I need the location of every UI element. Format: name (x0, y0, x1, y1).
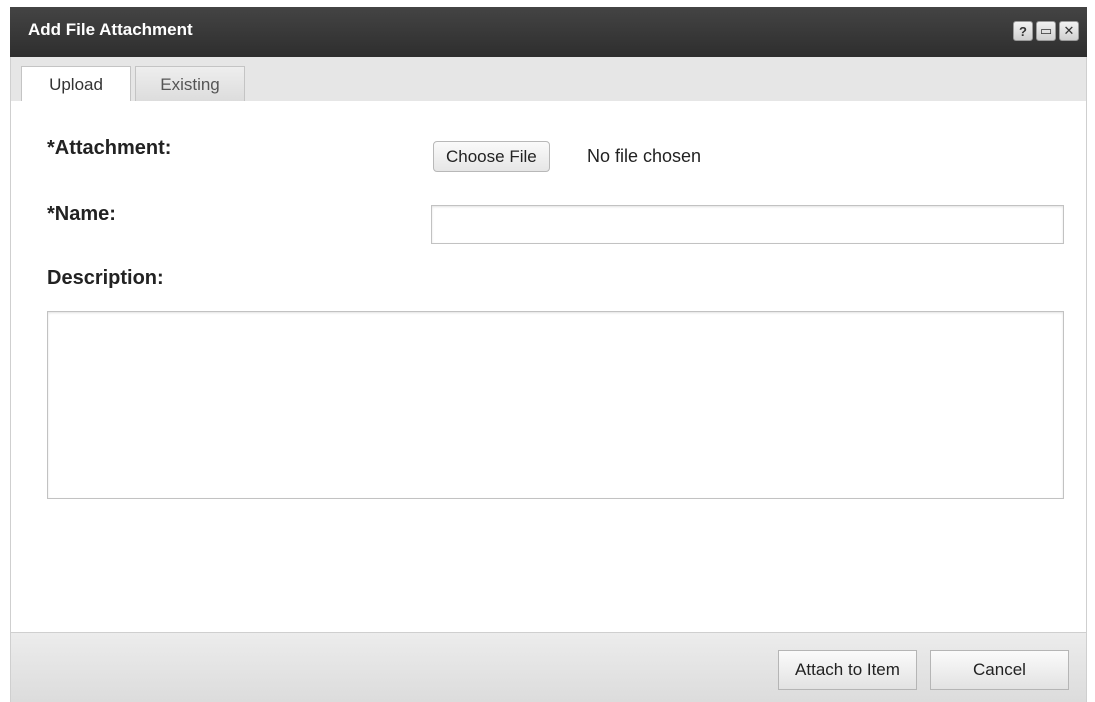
name-label: *Name: (47, 203, 116, 225)
attach-to-item-button[interactable]: Attach to Item (778, 650, 917, 690)
tab-existing[interactable]: Existing (135, 66, 245, 102)
name-input[interactable] (431, 205, 1064, 244)
close-icon[interactable]: ✕ (1059, 21, 1079, 41)
title-buttons: ? ▭ ✕ (1013, 21, 1079, 41)
tab-strip: Upload Existing (10, 57, 1087, 103)
description-textarea[interactable] (47, 311, 1064, 499)
add-file-attachment-dialog: Add File Attachment ? ▭ ✕ Upload Existin… (0, 0, 1095, 702)
dialog-titlebar[interactable]: Add File Attachment ? ▭ ✕ (10, 7, 1087, 57)
tab-upload[interactable]: Upload (21, 66, 131, 103)
dialog-title: Add File Attachment (28, 20, 193, 39)
dialog-footer: Attach to Item Cancel (10, 633, 1087, 702)
description-label: Description: (47, 267, 164, 289)
dialog-body: *Attachment: Choose File No file chosen … (10, 101, 1087, 633)
attachment-label: *Attachment: (47, 137, 172, 159)
no-file-chosen-text: No file chosen (587, 146, 702, 166)
cancel-button[interactable]: Cancel (930, 650, 1069, 690)
maximize-icon[interactable]: ▭ (1036, 21, 1056, 41)
choose-file-button[interactable]: Choose File (433, 141, 550, 172)
help-icon[interactable]: ? (1013, 21, 1033, 41)
